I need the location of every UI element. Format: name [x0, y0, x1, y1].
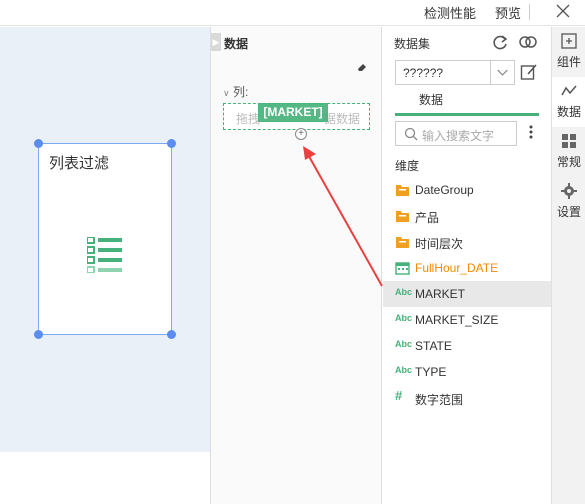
field-item[interactable]: FullHour_DATE [383, 255, 551, 281]
eraser-icon[interactable] [357, 62, 367, 72]
column-label: ∨ 列: [223, 83, 248, 100]
field-name: MARKET [415, 287, 466, 301]
more-options-icon[interactable] [529, 124, 533, 140]
field-name: MARKET_SIZE [415, 313, 499, 327]
abc-icon: Abc [395, 365, 413, 375]
calendar-icon [395, 262, 410, 275]
dataset-select-value: ?????? [403, 66, 444, 80]
sidebar-label: 数据 [556, 105, 581, 119]
divider [529, 4, 530, 20]
field-name: DateGroup [415, 183, 474, 197]
dataset-select[interactable]: ?????? [395, 60, 515, 85]
preview-button[interactable]: 预览 [495, 3, 521, 22]
grid-icon [562, 134, 576, 148]
panel-title: 数据 [224, 37, 249, 51]
chevron-down-icon[interactable] [490, 61, 514, 84]
check-performance-button[interactable]: 检测性能 [424, 3, 476, 22]
resize-handle-top-left[interactable] [34, 139, 43, 148]
sidebar-label: 设置 [556, 205, 581, 219]
drag-tag[interactable]: [MARKET] [258, 103, 328, 122]
sidebar-label: 常规 [556, 155, 581, 169]
widget-title: 列表过滤 [49, 155, 110, 172]
chevron-down-icon: ∨ [223, 88, 230, 98]
field-item[interactable]: # 数字范围 [383, 385, 551, 411]
gear-icon [561, 183, 577, 199]
abc-icon: Abc [395, 339, 413, 349]
line-chart-icon [561, 85, 577, 96]
search-icon [404, 127, 418, 141]
field-item[interactable]: 时间层次 [383, 229, 551, 255]
abc-icon: Abc [395, 287, 413, 297]
column-label-text: 列: [232, 85, 249, 99]
sidebar-label: 组件 [556, 55, 581, 69]
dashboard-canvas[interactable]: 列表过滤 [0, 27, 210, 452]
dropzone-placeholder-right: 据数据 [324, 112, 361, 126]
field-item[interactable]: DateGroup [383, 177, 551, 203]
field-item[interactable]: Abc TYPE [383, 359, 551, 385]
field-name: 产品 [415, 211, 440, 225]
hash-icon: # [395, 388, 403, 403]
folder-icon [396, 211, 409, 222]
drag-arrow-icon [303, 146, 383, 287]
refresh-icon[interactable] [490, 33, 510, 51]
edit-icon[interactable] [520, 63, 538, 81]
dropzone-placeholder-left: 拖拽 [236, 112, 261, 126]
sidebar-item-data[interactable]: 数据 [552, 77, 585, 127]
field-name: STATE [415, 339, 452, 353]
tab-data-label: 数据 [418, 93, 443, 107]
sidebar-item-general[interactable]: 常规 [552, 127, 585, 177]
resize-handle-top-right[interactable] [167, 139, 176, 148]
field-name: TYPE [415, 365, 447, 379]
folder-icon [396, 237, 409, 248]
list-filter-icon [87, 237, 122, 273]
tab-underline [395, 113, 539, 116]
dimension-label: 维度 [395, 159, 420, 173]
sidebar-item-components[interactable]: 组件 [552, 27, 585, 77]
plus-icon[interactable]: + [295, 128, 307, 140]
canvas-footer [0, 452, 210, 504]
dataset-panel: 数据集 ?????? 数据 输入搜索文字 维度 DateGroup 产品 时间层… [383, 27, 551, 504]
abc-icon: Abc [395, 313, 413, 323]
field-item[interactable]: Abc STATE [383, 333, 551, 359]
collapse-toggle[interactable]: ▶ [211, 33, 221, 51]
sidebar-item-settings[interactable]: 设置 [552, 177, 585, 227]
field-item-selected[interactable]: Abc MARKET [383, 281, 551, 307]
field-name: 数字范围 [415, 393, 464, 407]
dataset-label: 数据集 [394, 37, 431, 51]
right-sidebar: 组件 数据 常规 设置 [551, 27, 585, 504]
close-icon[interactable] [553, 1, 573, 21]
field-name: FullHour_DATE [415, 261, 499, 275]
list-filter-widget[interactable]: 列表过滤 [38, 143, 172, 335]
resize-handle-bottom-right[interactable] [167, 330, 176, 339]
search-placeholder: 输入搜索文字 [422, 129, 495, 143]
field-name: 时间层次 [415, 237, 464, 251]
resize-handle-bottom-left[interactable] [34, 330, 43, 339]
field-item[interactable]: 产品 [383, 203, 551, 229]
folder-icon [396, 185, 409, 196]
search-input[interactable]: 输入搜索文字 [395, 121, 517, 146]
field-item[interactable]: Abc MARKET_SIZE [383, 307, 551, 333]
component-icon [561, 33, 577, 49]
dataset-link-icon[interactable] [518, 33, 538, 51]
top-bar: 检测性能 预览 [0, 0, 585, 26]
